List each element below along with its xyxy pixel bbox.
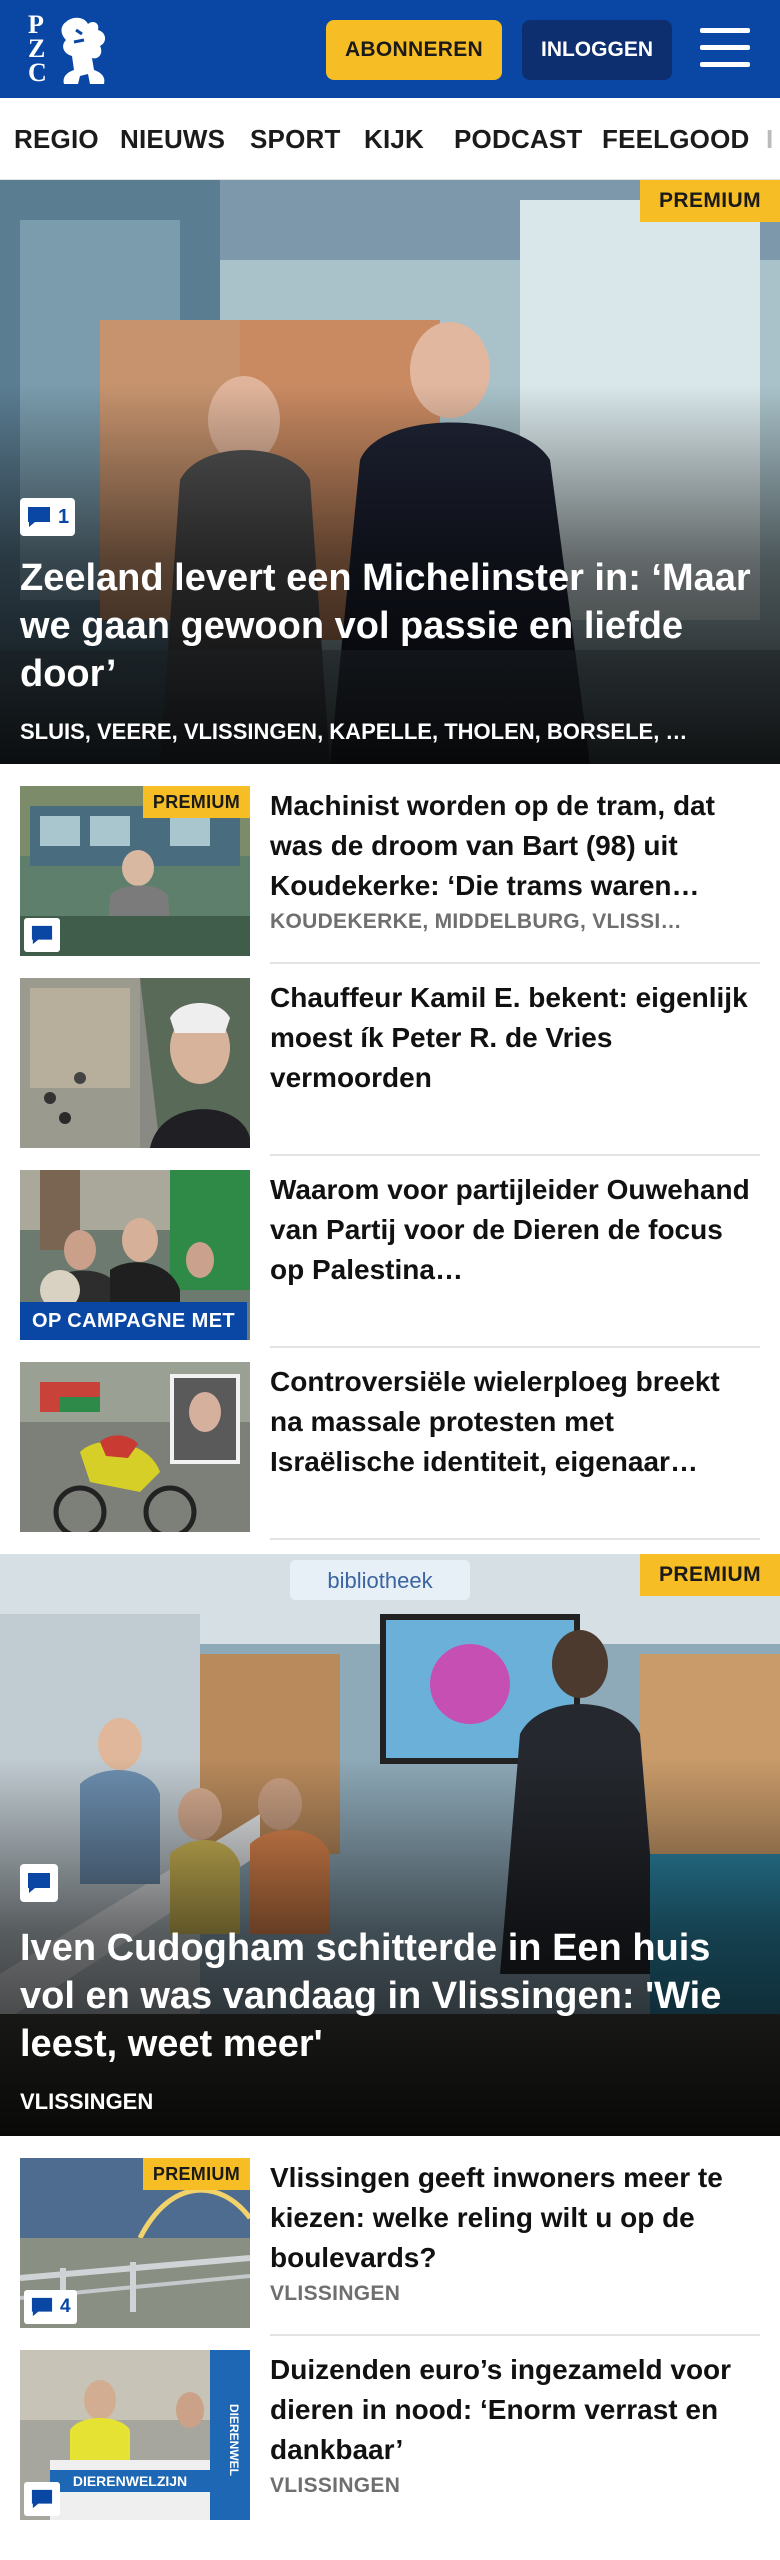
- article-thumbnail-campaign: OP CAMPAGNE MET: [20, 1170, 250, 1340]
- nav-item-kijk[interactable]: KIJK: [364, 124, 424, 155]
- premium-badge: PREMIUM: [640, 1554, 780, 1596]
- speech-bubble-icon: [31, 2297, 53, 2317]
- article-location-tags: VLISSINGEN: [270, 2474, 401, 2497]
- article-title[interactable]: Waarom voor partijleider Ouwehand van Pa…: [270, 1170, 760, 1290]
- article-title[interactable]: Vlissingen geeft inwoners meer te kiezen…: [270, 2158, 760, 2278]
- nav-item-podcast[interactable]: PODCAST: [454, 124, 583, 155]
- article-title[interactable]: Controversiële wielerploeg breekt na mas…: [270, 1362, 760, 1482]
- premium-badge: PREMIUM: [142, 2158, 250, 2190]
- hero-title[interactable]: Zeeland levert een Michelinster in: ‘Maa…: [20, 554, 760, 698]
- comment-count-badge[interactable]: 4: [24, 2290, 77, 2324]
- nav-item-overflow[interactable]: I: [766, 124, 773, 155]
- article-title[interactable]: Machinist worden op de tram, dat was de …: [270, 786, 760, 906]
- comment-badge[interactable]: [24, 918, 60, 952]
- list-item[interactable]: OP CAMPAGNE MET Waarom voor partijleider…: [20, 1158, 760, 1348]
- article-thumbnail-animal-charity: DIERENWEL DIERENWELZIJN: [20, 2350, 250, 2520]
- list-item[interactable]: Chauffeur Kamil E. bekent: eigenlijk moe…: [20, 966, 760, 1156]
- article-thumbnail-cycling: [20, 1362, 250, 1532]
- section-nav: REGIO NIEUWS SPORT KIJK PODCAST FEELGOOD…: [0, 98, 780, 180]
- comment-badge[interactable]: [24, 2482, 60, 2516]
- article-title[interactable]: Chauffeur Kamil E. bekent: eigenlijk moe…: [270, 978, 760, 1098]
- comment-count-badge[interactable]: 1: [20, 498, 76, 536]
- article-location-tags: KOUDEKERKE, MIDDELBURG, VLISSI…: [270, 910, 682, 933]
- hero-article-library[interactable]: bibliotheek PREMIUM Iven Cudogham schitt…: [0, 1554, 780, 2136]
- article-thumbnail-boulevard: PREMIUM 4: [20, 2158, 250, 2328]
- comment-count: 1: [58, 505, 70, 528]
- hero-location-tags: SLUIS, VEERE, VLISSINGEN, KAPELLE, THOLE…: [20, 719, 688, 744]
- hero-location-tags: VLISSINGEN: [20, 2089, 154, 2114]
- nav-item-feelgood[interactable]: FEELGOOD: [602, 124, 750, 155]
- comment-count: 4: [60, 2296, 71, 2317]
- list-item[interactable]: PREMIUM Machinist worden op de tram, dat…: [20, 774, 760, 964]
- logo-letter-c: C: [28, 58, 47, 87]
- nav-item-nieuws[interactable]: NIEUWS: [120, 124, 225, 155]
- list-item[interactable]: DIERENWEL DIERENWELZIJN Duizenden euro’s…: [20, 2338, 760, 2520]
- series-label: OP CAMPAGNE MET: [20, 1302, 248, 1340]
- article-location-tags: VLISSINGEN: [270, 2282, 401, 2305]
- charity-banner-text: DIERENWELZIJN: [73, 2473, 187, 2489]
- premium-badge: PREMIUM: [640, 180, 780, 222]
- nav-item-regio[interactable]: REGIO: [14, 124, 99, 155]
- login-button[interactable]: INLOGGEN: [522, 20, 672, 80]
- nav-item-sport[interactable]: SPORT: [250, 124, 341, 155]
- article-thumbnail-street-portrait: [20, 978, 250, 1148]
- speech-bubble-icon: [31, 925, 53, 945]
- comment-badge[interactable]: [20, 1864, 58, 1902]
- hamburger-menu-icon[interactable]: [700, 24, 750, 72]
- article-title[interactable]: Duizenden euro’s ingezameld voor dieren …: [270, 2350, 760, 2470]
- premium-badge: PREMIUM: [142, 786, 250, 818]
- article-thumbnail-tram: PREMIUM: [20, 786, 250, 956]
- list-item[interactable]: Controversiële wielerploeg breekt na mas…: [20, 1350, 760, 1540]
- hero-title[interactable]: Iven Cudogham schitterde in Een huis vol…: [20, 1924, 760, 2068]
- subscribe-button[interactable]: ABONNEREN: [326, 20, 502, 80]
- hero-article-michelin[interactable]: PREMIUM 1 Zeeland levert een Michelinste…: [0, 180, 780, 764]
- pzc-logo[interactable]: P Z C: [26, 12, 116, 88]
- lion-logo-icon: [61, 17, 106, 84]
- charity-banner-side: DIERENWEL: [227, 2404, 241, 2476]
- speech-bubble-icon: [31, 2489, 53, 2509]
- speech-bubble-icon: [28, 507, 50, 527]
- site-header: P Z C ABONNEREN INLOGGEN: [0, 0, 780, 98]
- list-item[interactable]: PREMIUM 4 Vlissingen geeft inwoners meer…: [20, 2146, 760, 2336]
- speech-bubble-icon: [28, 1873, 50, 1893]
